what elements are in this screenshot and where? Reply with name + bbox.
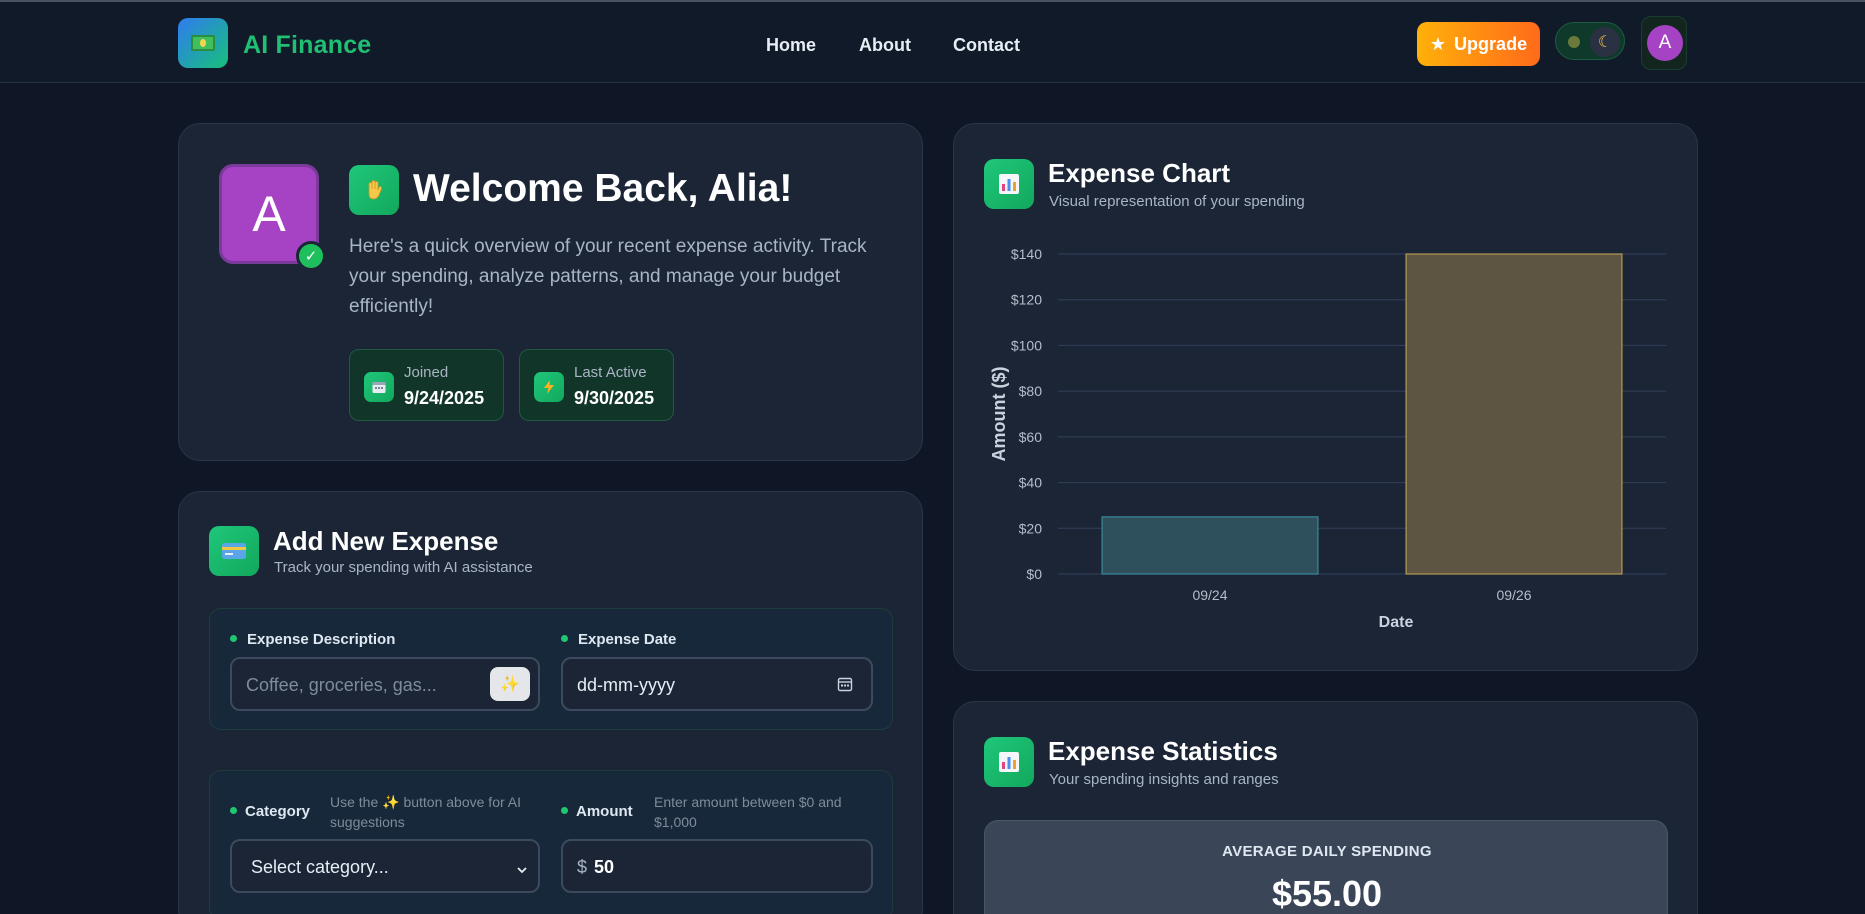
sun-icon <box>1568 36 1580 48</box>
last-active-label: Last Active <box>574 364 647 381</box>
wave-hand-icon <box>349 165 399 215</box>
add-expense-card: Add New Expense Track your spending with… <box>178 491 923 914</box>
currency-symbol: $ <box>577 857 588 877</box>
expense-statistics-card: Expense Statistics Your spending insight… <box>953 701 1698 914</box>
user-menu-button[interactable]: A <box>1641 16 1687 70</box>
welcome-title: Welcome Back, Alia! <box>413 167 793 210</box>
description-label: Expense Description <box>247 631 396 648</box>
star-icon: ★ <box>1429 33 1447 54</box>
average-daily-spending-box: AVERAGE DAILY SPENDING $55.00 <box>984 820 1668 914</box>
moon-icon: ☾ <box>1590 27 1620 57</box>
required-dot <box>561 635 568 642</box>
add-expense-subtitle: Track your spending with AI assistance <box>274 559 533 576</box>
last-active-badge: Last Active 9/30/2025 <box>519 349 674 421</box>
y-tick-label: $100 <box>1011 337 1042 353</box>
money-icon <box>191 35 215 51</box>
category-selected-value: Select category... <box>251 857 389 877</box>
bar-chart-icon <box>984 737 1034 787</box>
amount-label: Amount <box>576 803 633 820</box>
required-dot <box>230 807 237 814</box>
welcome-card: A ✓ Welcome Back, Alia! Here's a quick o… <box>178 123 923 461</box>
expense-chart-card: Expense Chart Visual representation of y… <box>953 123 1698 671</box>
ai-suggest-button[interactable]: ✨ <box>490 667 530 701</box>
verified-check-icon: ✓ <box>296 241 326 271</box>
nav-about[interactable]: About <box>859 35 911 56</box>
upgrade-label: Upgrade <box>1454 33 1528 54</box>
y-tick-label: $60 <box>1019 429 1043 445</box>
add-expense-title: Add New Expense <box>273 526 499 556</box>
category-label: Category <box>245 803 311 820</box>
logo-icon[interactable] <box>178 18 228 68</box>
description-input[interactable]: Coffee, groceries, gas... ✨ <box>230 657 540 711</box>
joined-badge: Joined 9/24/2025 <box>349 349 504 421</box>
description-placeholder: Coffee, groceries, gas... <box>246 675 437 695</box>
amount-input[interactable]: $ 50 <box>561 839 873 893</box>
nav-contact[interactable]: Contact <box>953 35 1020 56</box>
required-dot <box>230 635 237 642</box>
lightning-icon <box>534 372 564 402</box>
bar <box>1101 516 1319 575</box>
x-axis-label: Date <box>1379 614 1414 631</box>
x-tick-label: 09/26 <box>1496 587 1531 603</box>
brand-name[interactable]: AI Finance <box>243 31 371 60</box>
welcome-description: Here's a quick overview of your recent e… <box>349 236 867 317</box>
joined-value: 9/24/2025 <box>404 388 485 408</box>
y-axis-label: Amount ($) <box>989 367 1009 462</box>
average-daily-label: AVERAGE DAILY SPENDING <box>1222 843 1432 860</box>
date-placeholder: dd-mm-yyyy <box>577 675 675 695</box>
calendar-picker-icon[interactable] <box>837 676 853 697</box>
calendar-icon <box>364 372 394 402</box>
y-tick-label: $20 <box>1019 520 1043 536</box>
avatar: A <box>1647 25 1683 61</box>
expense-statistics-title: Expense Statistics <box>1048 736 1278 766</box>
theme-toggle[interactable]: ☾ <box>1555 22 1625 60</box>
date-input[interactable]: dd-mm-yyyy <box>561 657 873 711</box>
category-amount-panel: Category Use the ✨ button above for AI s… <box>209 770 893 914</box>
y-tick-label: $80 <box>1019 383 1043 399</box>
category-hint: Use the ✨ button above for AI suggestion… <box>330 794 521 830</box>
category-select[interactable]: Select category... <box>230 839 540 893</box>
description-date-panel: Expense Description Coffee, groceries, g… <box>209 608 893 730</box>
credit-card-icon <box>209 526 259 576</box>
amount-value: 50 <box>594 857 615 877</box>
bar-chart: $0 $20 $40 $60 $80 $100 $120 $140 09/24 09/26 Date… <box>989 246 1666 631</box>
date-label: Expense Date <box>578 631 677 648</box>
y-tick-label: $120 <box>1011 292 1042 308</box>
bar <box>1405 253 1623 575</box>
y-tick-label: $0 <box>1026 566 1042 582</box>
last-active-value: 9/30/2025 <box>574 388 655 408</box>
joined-label: Joined <box>404 364 449 381</box>
x-tick-label: 09/24 <box>1192 587 1227 603</box>
upgrade-button[interactable]: ★ Upgrade <box>1417 22 1540 66</box>
nav-home[interactable]: Home <box>766 35 816 56</box>
top-nav-bar: AI Finance Home About Contact ★ Upgrade … <box>0 2 1865 83</box>
required-dot <box>561 807 568 814</box>
average-daily-value: $55.00 <box>1271 873 1383 914</box>
y-tick-label: $40 <box>1019 475 1043 491</box>
chevron-down-icon <box>516 860 528 881</box>
y-tick-label: $140 <box>1011 246 1042 262</box>
sparkle-icon: ✨ <box>500 676 520 693</box>
expense-statistics-subtitle: Your spending insights and ranges <box>1049 771 1279 788</box>
amount-hint: Enter amount between $0 and $1,000 <box>654 794 842 830</box>
